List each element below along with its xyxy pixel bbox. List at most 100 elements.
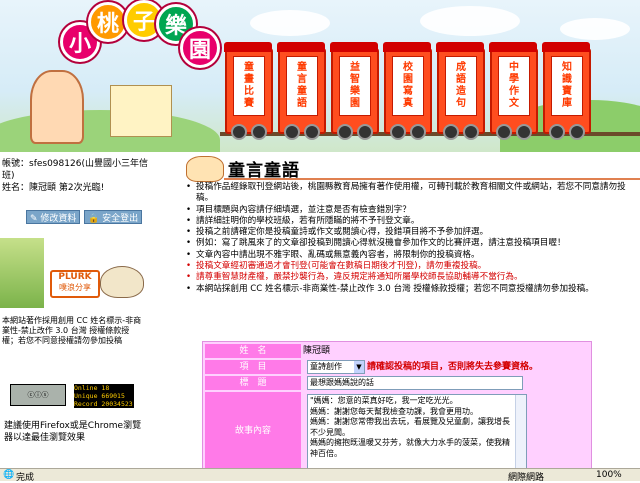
counter-label: Online <box>74 384 98 392</box>
cc-license-badge[interactable]: ⓒⓘⓢ <box>10 384 66 406</box>
nav-car-knowledge[interactable]: 知識寶庫 <box>542 42 591 140</box>
internet-zone: 網際網路 <box>508 473 545 483</box>
account-label: 帳號：sfes098126(山豐國小三年信班) <box>2 159 148 181</box>
nav-char: 句 <box>456 98 466 109</box>
nav-car-label: 中學作文 <box>498 56 530 116</box>
counter-value: 20034523 <box>101 400 133 408</box>
cc-icon: ⓒⓘⓢ <box>27 391 49 399</box>
item-hint: 請確認投稿的項目，否則將失去參賽資格。 <box>367 362 539 372</box>
chevron-down-icon: ▼ <box>354 361 364 373</box>
counter-label: Unique <box>74 392 98 400</box>
nav-car-essay[interactable]: 中學作文 <box>489 42 538 140</box>
wheel <box>357 124 373 140</box>
nav-char: 校 <box>403 62 413 73</box>
logout-button[interactable]: 🔒 安全登出 <box>84 210 143 224</box>
nav-car-puzzle[interactable]: 益智樂園 <box>330 42 379 140</box>
plurk-logo-box: PLURK 噗浪分享 <box>50 270 100 298</box>
wheel <box>231 124 247 140</box>
site-logo[interactable]: 小 桃 子 樂 園 <box>0 0 220 68</box>
wheel <box>463 124 479 140</box>
nav-char: 識 <box>562 74 572 85</box>
content-textarea[interactable]: "媽媽：您意的菜真好吃，我一定吃光光。 媽媽：謝謝您每天幫我檢查功課，我會更用功… <box>307 394 527 470</box>
logout-label: 安全登出 <box>102 214 139 224</box>
nav-car-drawing[interactable]: 童畫比賽 <box>224 42 273 140</box>
name-value: 陳冠頤 <box>303 344 587 358</box>
textarea-scrollbar[interactable] <box>515 395 526 469</box>
nav-char: 中 <box>509 62 519 73</box>
browser-status-bar: 🌐 完成 網際網路 100% <box>0 468 640 483</box>
wheel <box>410 124 426 140</box>
nav-char: 智 <box>350 74 360 85</box>
nav-char: 寫 <box>403 86 413 97</box>
nav-car-label: 童言童語 <box>286 56 318 116</box>
car-roof <box>224 42 272 52</box>
lock-icon: 🔒 <box>88 214 100 224</box>
car-roof <box>436 42 484 52</box>
nav-char: 畫 <box>244 74 254 85</box>
submission-rules-list: 投稿作品經錄取刊登網站後，桃園縣教育局擁有著作使用權，可轉刊載於教育相關文件或網… <box>186 182 638 295</box>
rule-item-copyright: 請尊重智慧財產權，嚴禁抄襲行為，違反規定將通知所屬學校師長協助輔導不當行為。 <box>186 272 638 284</box>
zoom-level[interactable]: 100% <box>596 470 622 480</box>
plant-illustration <box>0 238 44 308</box>
wheel <box>304 124 320 140</box>
nav-char: 庫 <box>562 98 572 109</box>
car-roof <box>383 42 431 52</box>
edit-profile-label: 修改資料 <box>40 214 77 224</box>
visitor-counter: Online 18 Unique 669015 Record 20034523 <box>74 384 134 408</box>
nav-char: 語 <box>456 74 466 85</box>
wheel <box>569 124 585 140</box>
wheel <box>284 124 300 140</box>
nav-char: 寶 <box>562 86 572 97</box>
site-header-banner: 小 桃 子 樂 園 童畫比賽 童言童語 益智樂園 校 園 寫 真 成 語 造 句… <box>0 0 640 152</box>
item-select[interactable]: 童詩創作 ▼ <box>307 360 365 374</box>
nav-char: 文 <box>509 98 519 109</box>
status-text: 完成 <box>16 473 35 483</box>
nav-char: 童 <box>297 62 307 73</box>
nav-char: 比 <box>244 86 254 97</box>
rule-item: 例如：寫了跳風來了的文章卻投稿到閱讀心得就沒機會參加作文的比賽評選，請注意投稿項… <box>186 238 638 250</box>
counter-row: Unique 669015 <box>74 392 134 400</box>
nav-car-label: 益智樂園 <box>339 56 371 116</box>
cloud-decoration <box>250 10 330 36</box>
nav-car-campus-photo[interactable]: 校園寫真 <box>383 42 432 140</box>
logo-char: 桃 <box>88 2 128 42</box>
sidebar: 帳號：sfes098126(山豐國小三年信班) 姓名：陳冠頤 第2次光臨! ✎ … <box>0 152 150 472</box>
wheel <box>549 124 565 140</box>
title-underline <box>224 178 640 180</box>
nav-char: 真 <box>403 98 413 109</box>
nav-car-label: 知識寶庫 <box>551 56 583 116</box>
edit-profile-button[interactable]: ✎ 修改資料 <box>26 210 81 224</box>
nav-char: 童 <box>244 62 254 73</box>
nav-car-label: 校園寫真 <box>392 56 424 116</box>
user-name-label: 姓名：陳冠頤 第2次光臨! <box>2 183 105 193</box>
car-roof <box>277 42 325 52</box>
car-roof <box>330 42 378 52</box>
rule-item: 項目標題與內容請仔細填選，並注意是否有檢查錯別字？ <box>186 205 638 217</box>
plurk-sub-label: 噗浪分享 <box>59 283 91 292</box>
nav-char: 樂 <box>350 86 360 97</box>
submission-form: 姓 名 陳冠頤 項 目 童詩創作 ▼ 請確認投稿的項目，否則將失去參賽資格。 標… <box>202 341 592 473</box>
wheel <box>496 124 512 140</box>
nav-char: 言 <box>297 74 307 85</box>
nav-char: 語 <box>297 98 307 109</box>
license-note: 本網站著作採用創用 CC 姓名標示-非商業性-禁止改作 3.0 台灣 授權條款授… <box>2 316 142 345</box>
nav-char: 造 <box>456 86 466 97</box>
newspaper-illustration <box>110 85 172 137</box>
counter-row: Record 20034523 <box>74 400 134 408</box>
plurk-share-banner[interactable]: PLURK 噗浪分享 <box>0 234 146 312</box>
rule-item-review: 投稿文章經初審通過才會刊登(可能會在數稿日期後才刊登)，請勿重複投稿。 <box>186 261 638 273</box>
plurk-mascot-icon <box>100 266 144 298</box>
nav-char: 園 <box>350 98 360 109</box>
nav-char: 賽 <box>244 98 254 109</box>
title-input[interactable]: 最想跟媽媽說的話 <box>307 376 523 390</box>
nav-char: 作 <box>509 86 519 97</box>
nav-char: 學 <box>509 74 519 85</box>
item-field-label: 項 目 <box>205 360 301 374</box>
nav-car-idiom[interactable]: 成語造句 <box>436 42 485 140</box>
nav-car-label: 成語造句 <box>445 56 477 116</box>
title-field-label: 標 題 <box>205 376 301 390</box>
nav-char: 成 <box>456 62 466 73</box>
nav-char: 益 <box>350 62 360 73</box>
plurk-label: PLURK <box>58 272 92 282</box>
nav-car-kids-talk[interactable]: 童言童語 <box>277 42 326 140</box>
